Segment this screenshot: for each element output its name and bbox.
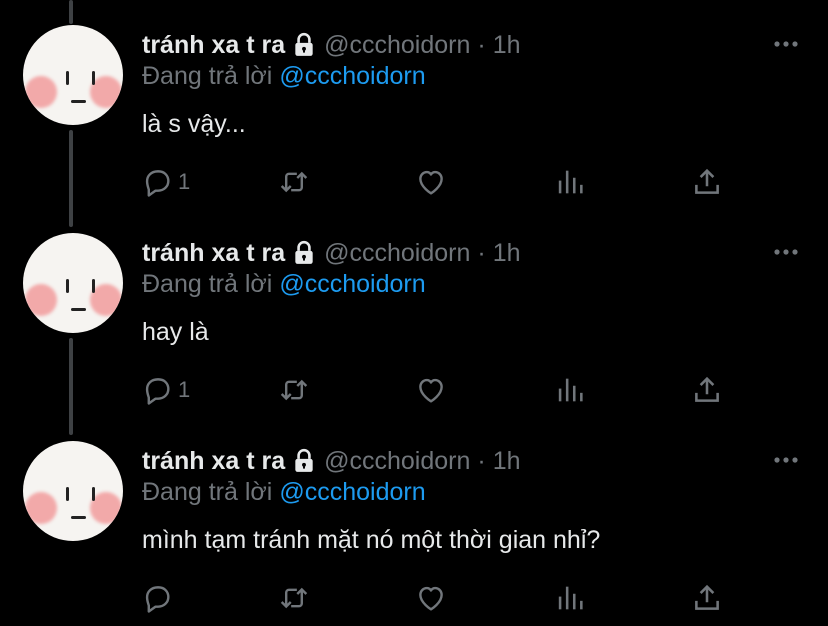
timestamp[interactable]: 1h bbox=[493, 239, 521, 268]
retweet-button[interactable] bbox=[277, 372, 311, 408]
reply-icon bbox=[145, 378, 170, 405]
lock-icon bbox=[295, 240, 313, 264]
replying-to: Đang trả lời @ccchoidorn bbox=[142, 478, 426, 507]
avatar-cheek-left bbox=[25, 284, 57, 316]
lock-icon bbox=[295, 448, 313, 472]
replying-to-label: Đang trả lời bbox=[142, 478, 273, 506]
tweet-text: hay là bbox=[142, 318, 209, 346]
reply-button[interactable]: 1 bbox=[140, 372, 190, 408]
like-button[interactable] bbox=[414, 164, 448, 200]
share-icon bbox=[695, 376, 719, 402]
views-button[interactable] bbox=[553, 372, 587, 408]
avatar[interactable] bbox=[23, 233, 123, 333]
tweet-text: mình tạm tránh mặt nó một thời gian nhỉ? bbox=[142, 526, 601, 554]
user-handle[interactable]: @ccchoidorn bbox=[324, 239, 470, 268]
avatar-eye-left bbox=[66, 279, 69, 293]
reply-icon bbox=[145, 586, 170, 613]
display-name[interactable]: tránh xa t ra bbox=[142, 31, 285, 60]
like-icon bbox=[419, 586, 443, 611]
more-icon[interactable] bbox=[772, 450, 800, 470]
avatar-eye-right bbox=[92, 71, 95, 85]
mention-link[interactable]: @ccchoidorn bbox=[279, 478, 425, 506]
retweet-icon bbox=[280, 379, 308, 401]
more-icon[interactable] bbox=[772, 34, 800, 54]
avatar[interactable] bbox=[23, 25, 123, 125]
avatar-mouth bbox=[71, 516, 86, 519]
views-button[interactable] bbox=[553, 164, 587, 200]
share-button[interactable] bbox=[690, 164, 724, 200]
replying-to: Đang trả lời @ccchoidorn bbox=[142, 62, 426, 91]
reply-count: 1 bbox=[178, 169, 191, 194]
tweet[interactable]: tránh xa t ra @ccchoidorn · 1h Đang trả … bbox=[0, 416, 828, 624]
separator-dot: · bbox=[477, 30, 486, 59]
user-handle[interactable]: @ccchoidorn bbox=[324, 31, 470, 60]
like-button[interactable] bbox=[414, 372, 448, 408]
avatar-eye-right bbox=[92, 487, 95, 501]
more-icon[interactable] bbox=[772, 242, 800, 262]
separator-dot: · bbox=[477, 238, 486, 267]
share-icon bbox=[695, 168, 719, 194]
reply-icon bbox=[145, 170, 170, 197]
replying-to-label: Đang trả lời bbox=[142, 62, 273, 90]
like-button[interactable] bbox=[414, 580, 448, 616]
replying-to-label: Đang trả lời bbox=[142, 270, 273, 298]
avatar-mouth bbox=[71, 308, 86, 311]
avatar-cheek-left bbox=[25, 492, 57, 524]
tweet[interactable]: tránh xa t ra @ccchoidorn · 1h Đang trả … bbox=[0, 208, 828, 416]
share-button[interactable] bbox=[690, 372, 724, 408]
mention-link[interactable]: @ccchoidorn bbox=[279, 270, 425, 298]
views-icon bbox=[558, 170, 583, 194]
reply-count: 1 bbox=[178, 377, 191, 402]
like-icon bbox=[419, 170, 443, 195]
views-button[interactable] bbox=[553, 580, 587, 616]
like-icon bbox=[419, 378, 443, 403]
avatar-cheek-left bbox=[25, 76, 57, 108]
timestamp[interactable]: 1h bbox=[493, 31, 521, 60]
tweet-header: tránh xa t ra @ccchoidorn · 1h bbox=[142, 29, 521, 61]
lock-icon bbox=[295, 32, 313, 56]
user-handle[interactable]: @ccchoidorn bbox=[324, 447, 470, 476]
mention-link[interactable]: @ccchoidorn bbox=[279, 62, 425, 90]
retweet-button[interactable] bbox=[277, 580, 311, 616]
share-button[interactable] bbox=[690, 580, 724, 616]
retweet-button[interactable] bbox=[277, 164, 311, 200]
avatar-eye-left bbox=[66, 71, 69, 85]
avatar-eye-left bbox=[66, 487, 69, 501]
tweet-text: là s vậy... bbox=[142, 110, 246, 138]
avatar-mouth bbox=[71, 100, 86, 103]
reply-button[interactable] bbox=[140, 580, 178, 616]
display-name[interactable]: tránh xa t ra bbox=[142, 447, 285, 476]
avatar[interactable] bbox=[23, 441, 123, 541]
avatar-eye-right bbox=[92, 279, 95, 293]
tweet-header: tránh xa t ra @ccchoidorn · 1h bbox=[142, 237, 521, 269]
views-icon bbox=[558, 378, 583, 402]
reply-button[interactable]: 1 bbox=[140, 164, 190, 200]
retweet-icon bbox=[280, 587, 308, 609]
display-name[interactable]: tránh xa t ra bbox=[142, 239, 285, 268]
retweet-icon bbox=[280, 171, 308, 193]
timestamp[interactable]: 1h bbox=[493, 447, 521, 476]
tweet-header: tránh xa t ra @ccchoidorn · 1h bbox=[142, 445, 521, 477]
tweet[interactable]: tránh xa t ra @ccchoidorn · 1h Đang trả … bbox=[0, 0, 828, 208]
share-icon bbox=[695, 584, 719, 610]
views-icon bbox=[558, 586, 583, 610]
separator-dot: · bbox=[477, 446, 486, 475]
replying-to: Đang trả lời @ccchoidorn bbox=[142, 270, 426, 299]
